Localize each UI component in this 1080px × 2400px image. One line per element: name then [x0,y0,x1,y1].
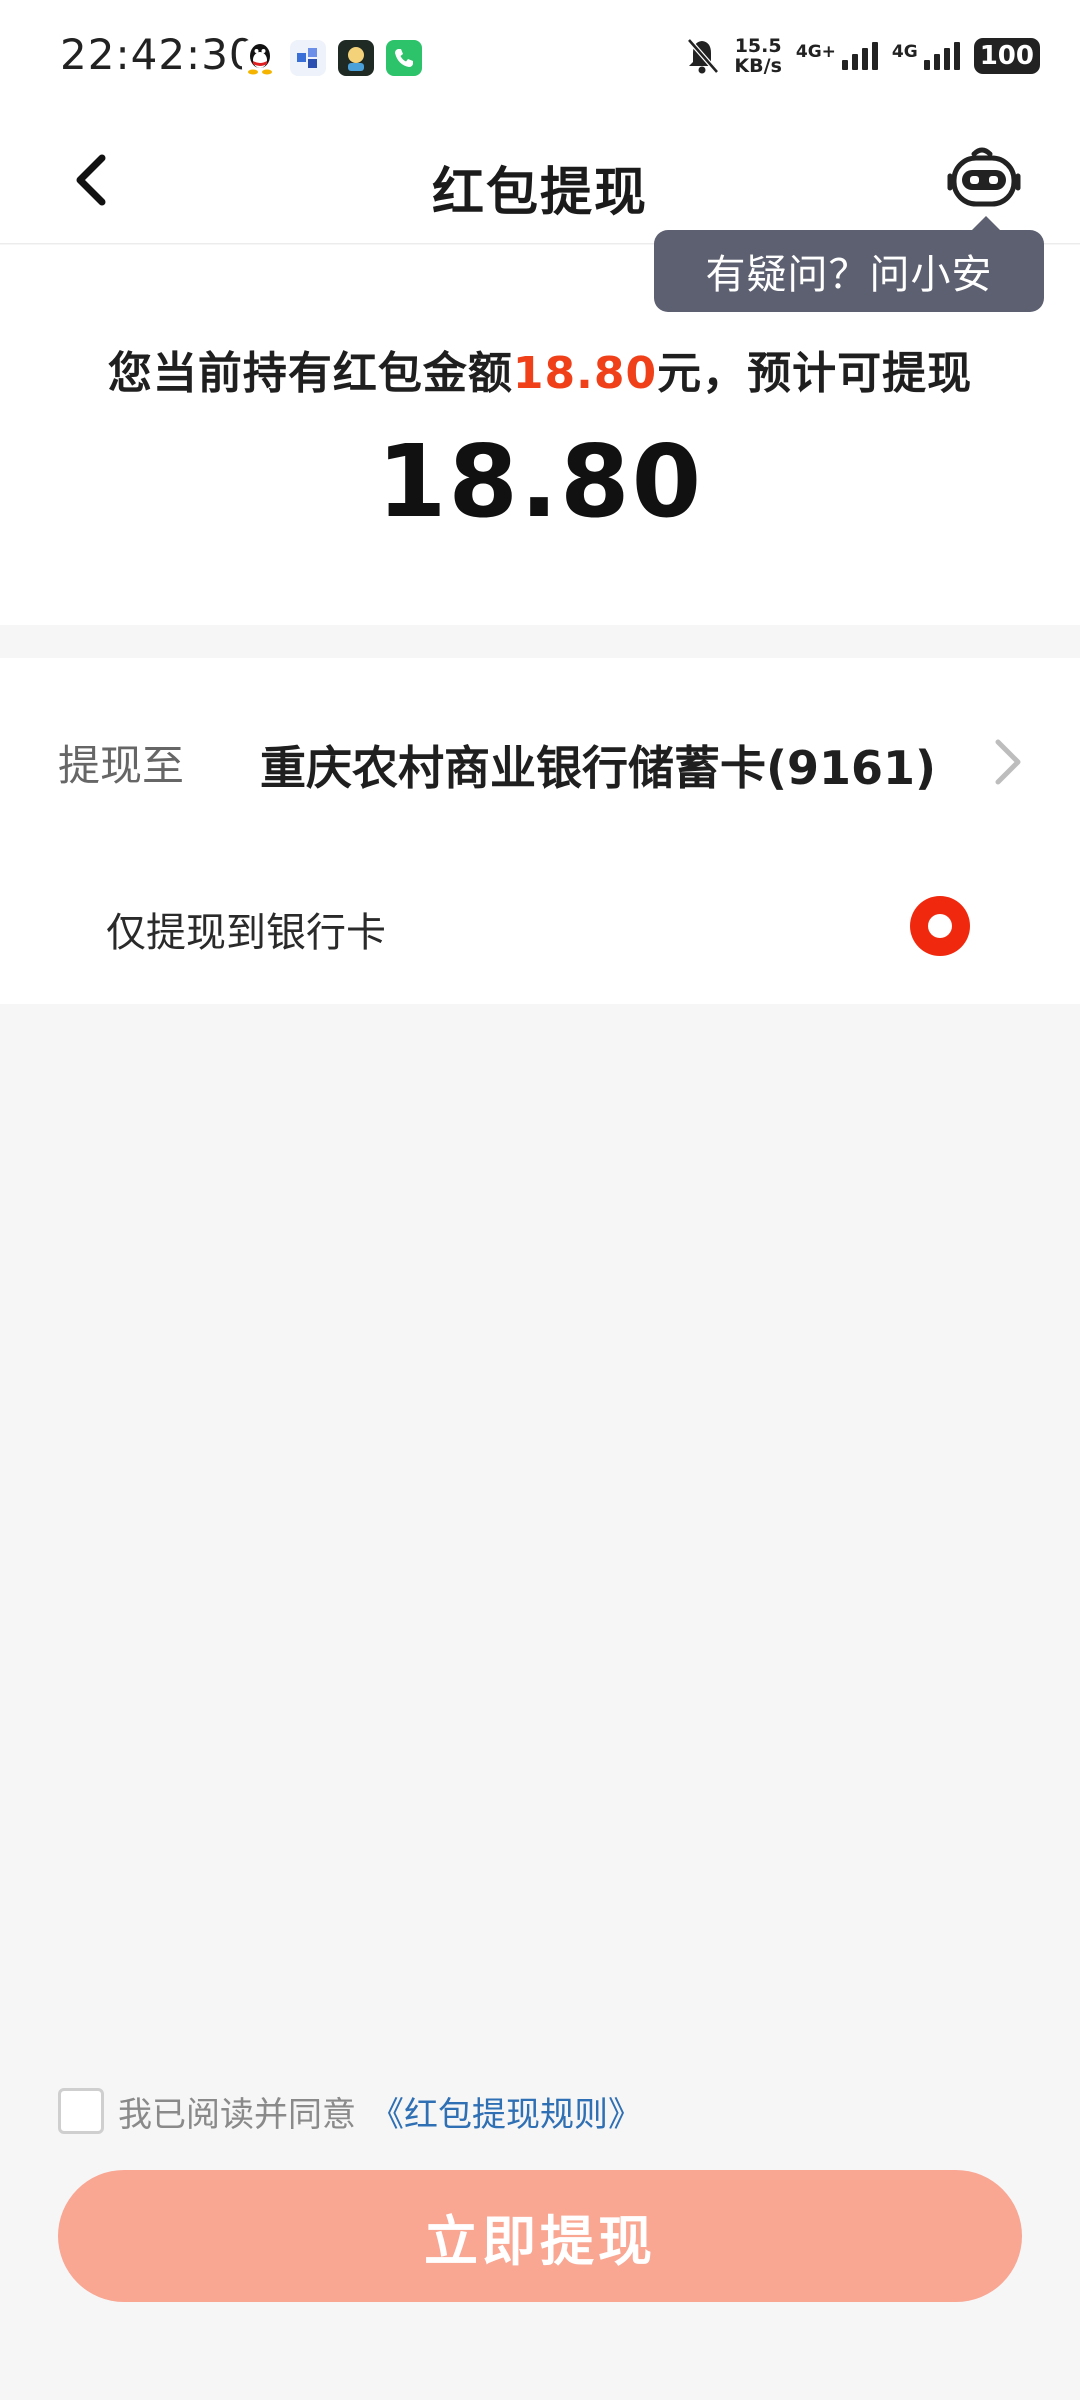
signal-4g-plus: 4G+ [796,42,878,70]
amount-suffix: 元，预计可提现 [657,348,973,399]
status-bar: 22:42:30 15.5 KB/s 4G+ 4G 100 [0,0,1080,118]
assistant-button[interactable] [946,144,1022,216]
net-speed-value: 15.5 [734,35,782,57]
bank-card-selector[interactable]: 重庆农村商业银行储蓄卡(9161) [260,732,936,798]
withdraw-rules-link[interactable]: 《红包提现规则》 [370,2087,642,2136]
only-bank-label: 仅提现到银行卡 [106,910,386,956]
agreement-checkbox[interactable] [58,2088,104,2134]
only-bank-option[interactable]: 仅提现到银行卡 [0,874,1080,980]
held-amount: 18.80 [512,348,658,399]
agreement-text: 我已阅读并同意 [118,2094,356,2135]
withdraw-to-label: 提现至 [58,741,185,790]
withdraw-target-card: 提现至 重庆农村商业银行储蓄卡(9161) 仅提现到银行卡 [0,658,1080,1004]
robot-icon [947,147,1021,207]
assistant-tooltip[interactable]: 有疑问？问小安 [654,230,1044,312]
status-indicators: 15.5 KB/s 4G+ 4G 100 [684,36,1040,76]
phone-app-icon [386,40,422,76]
network-type-1: 4G+ [795,42,836,62]
radio-dot [928,914,952,938]
chevron-right-icon[interactable] [990,734,1024,790]
amount-prefix: 您当前持有红包金额 [107,348,513,399]
bell-muted-icon [687,38,720,74]
only-bank-radio[interactable] [910,896,970,956]
app-icon [290,40,326,76]
status-app-icons [242,40,422,76]
withdrawable-amount: 18.80 [376,423,704,540]
signal-4g: 4G [892,42,960,70]
net-speed-unit: KB/s [734,55,782,77]
net-speed: 15.5 KB/s [734,36,781,76]
amount-description: 您当前持有红包金额18.80元，预计可提现 [0,337,1080,401]
status-time: 22:42:30 [60,30,257,79]
page-title: 红包提现 [431,163,648,223]
avatar-app-icon [338,40,374,76]
battery-indicator: 100 [973,38,1040,74]
nav-bar: 红包提现 [0,118,1080,244]
withdraw-now-button[interactable]: 立即提现 [58,2170,1022,2302]
agreement-row: 我已阅读并同意 《红包提现规则》 [58,2086,642,2136]
qq-icon [242,40,278,76]
network-type-2: 4G [891,42,918,62]
